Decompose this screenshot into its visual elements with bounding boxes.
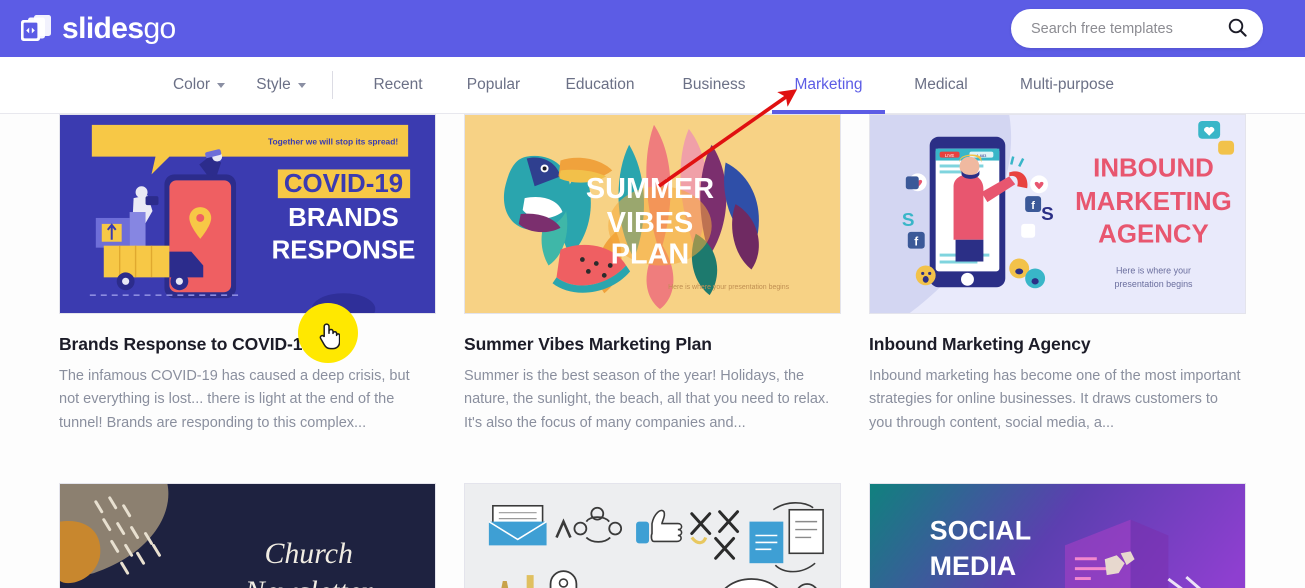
doodles-artwork: DOODLES [465,484,840,588]
church-newsletter-artwork: Church Newsletter [60,484,435,588]
search-input[interactable] [1011,20,1224,37]
svg-text:VIBES: VIBES [607,207,694,239]
nav-item-label: Popular [466,76,521,93]
summer-vibes-plan-artwork: SUMMER VIBES PLAN Here is where your pre… [465,115,840,313]
nav-item-popular[interactable]: Popular [443,57,544,114]
brand-name-suffix: go [143,11,176,45]
svg-text:MEDIA: MEDIA [930,552,1017,582]
template-card-doodles[interactable]: DOODLES [464,483,869,588]
svg-text:AGENCY: AGENCY [1098,221,1209,249]
nav-item-recent[interactable]: Recent [353,57,443,114]
nav-item-label: Marketing [794,76,863,93]
svg-text:RESPONSE: RESPONSE [272,237,416,265]
svg-text:f: f [1031,200,1035,212]
svg-text:LIVE: LIVE [945,153,955,158]
svg-text:PLAN: PLAN [611,239,689,271]
template-card-summer-vibes-plan[interactable]: SUMMER VIBES PLAN Here is where your pre… [464,114,869,435]
svg-text:Together we will stop its spre: Together we will stop its spread! [268,137,398,147]
slides-stack-icon [14,12,56,46]
svg-text:MARKETING: MARKETING [1075,188,1232,216]
nav-item-color[interactable]: Color [168,57,230,114]
inbound-marketing-agency-artwork: LIVE 1,683 f f S S INBOUND MARKETING AGE… [870,115,1245,313]
template-thumbnail[interactable]: Together we will stop its spread! COVID-… [59,114,436,314]
nav-item-label: Style [256,76,291,93]
template-thumbnail[interactable]: SUMMER VIBES PLAN Here is where your pre… [464,114,841,314]
template-thumbnail[interactable]: DOODLES [464,483,841,588]
svg-text:Here is where your presentatio: Here is where your presentation begins [668,284,790,291]
brand-name-main: slides [62,11,144,45]
template-row: Together we will stop its spread! COVID-… [0,114,1305,435]
nav-item-label: Business [682,76,746,93]
svg-text:BRANDS: BRANDS [288,204,399,232]
nav-item-business[interactable]: Business [656,57,772,114]
site-header: slidesgo [0,0,1305,57]
social-media-artwork: SOCIAL MEDIA [870,484,1245,588]
category-nav-list: Color Style Recent Popular Education Bus… [168,57,1137,114]
svg-text:SUMMER: SUMMER [586,173,714,205]
template-card-church-newsletter[interactable]: Church Newsletter [59,483,464,588]
nav-item-style[interactable]: Style [250,57,312,114]
svg-text:COVID-19: COVID-19 [284,170,403,198]
brand-name: slidesgo [62,11,176,45]
template-title[interactable]: Summer Vibes Marketing Plan [464,334,869,355]
template-title[interactable]: Brands Response to COVID-19 [59,334,464,355]
template-title[interactable]: Inbound Marketing Agency [869,334,1274,355]
svg-text:S: S [902,209,915,230]
template-results-grid: Together we will stop its spread! COVID-… [0,114,1305,588]
template-card-social-media[interactable]: SOCIAL MEDIA [869,483,1274,588]
nav-item-label: Color [172,76,211,93]
brand-logo[interactable]: slidesgo [14,12,176,46]
nav-item-education[interactable]: Education [544,57,656,114]
template-description: Summer is the best season of the year! H… [464,368,830,431]
slidesgo-page: slidesgo Color Style [0,0,1305,588]
template-row: Church Newsletter [0,483,1305,588]
template-description: Inbound marketing has become one of the … [869,368,1241,431]
chevron-down-icon [217,82,226,88]
template-card-covid-brands-response[interactable]: Together we will stop its spread! COVID-… [59,114,464,435]
search-button[interactable] [1224,9,1263,48]
svg-text:S: S [1041,203,1054,224]
template-description: The infamous COVID-19 has caused a deep … [59,368,410,431]
template-thumbnail[interactable]: LIVE 1,683 f f S S INBOUND MARKETING AGE… [869,114,1246,314]
template-thumbnail[interactable]: Church Newsletter [59,483,436,588]
nav-divider [332,71,333,99]
nav-item-label: Multi-purpose [1020,76,1114,93]
svg-text:INBOUND: INBOUND [1093,154,1214,182]
svg-text:SOCIAL: SOCIAL [930,516,1031,546]
nav-item-marketing[interactable]: Marketing [772,57,885,114]
nav-item-medical[interactable]: Medical [885,57,997,114]
nav-item-label: Medical [914,76,968,93]
svg-text:Here is where your: Here is where your [1116,265,1191,275]
chevron-down-icon [297,82,306,88]
svg-text:f: f [914,235,918,249]
covid-brands-response-artwork: Together we will stop its spread! COVID-… [60,115,435,313]
nav-item-multi-purpose[interactable]: Multi-purpose [997,57,1137,114]
search-icon [1228,18,1247,40]
svg-text:Church: Church [264,538,352,571]
template-thumbnail[interactable]: SOCIAL MEDIA [869,483,1246,588]
nav-item-label: Recent [373,76,423,93]
template-card-inbound-marketing-agency[interactable]: LIVE 1,683 f f S S INBOUND MARKETING AGE… [869,114,1274,435]
nav-item-label: Education [565,76,635,93]
category-navbar: Color Style Recent Popular Education Bus… [0,57,1305,114]
svg-text:Newsletter: Newsletter [244,575,373,588]
svg-text:presentation begins: presentation begins [1114,279,1193,289]
search-box[interactable] [1011,9,1263,48]
